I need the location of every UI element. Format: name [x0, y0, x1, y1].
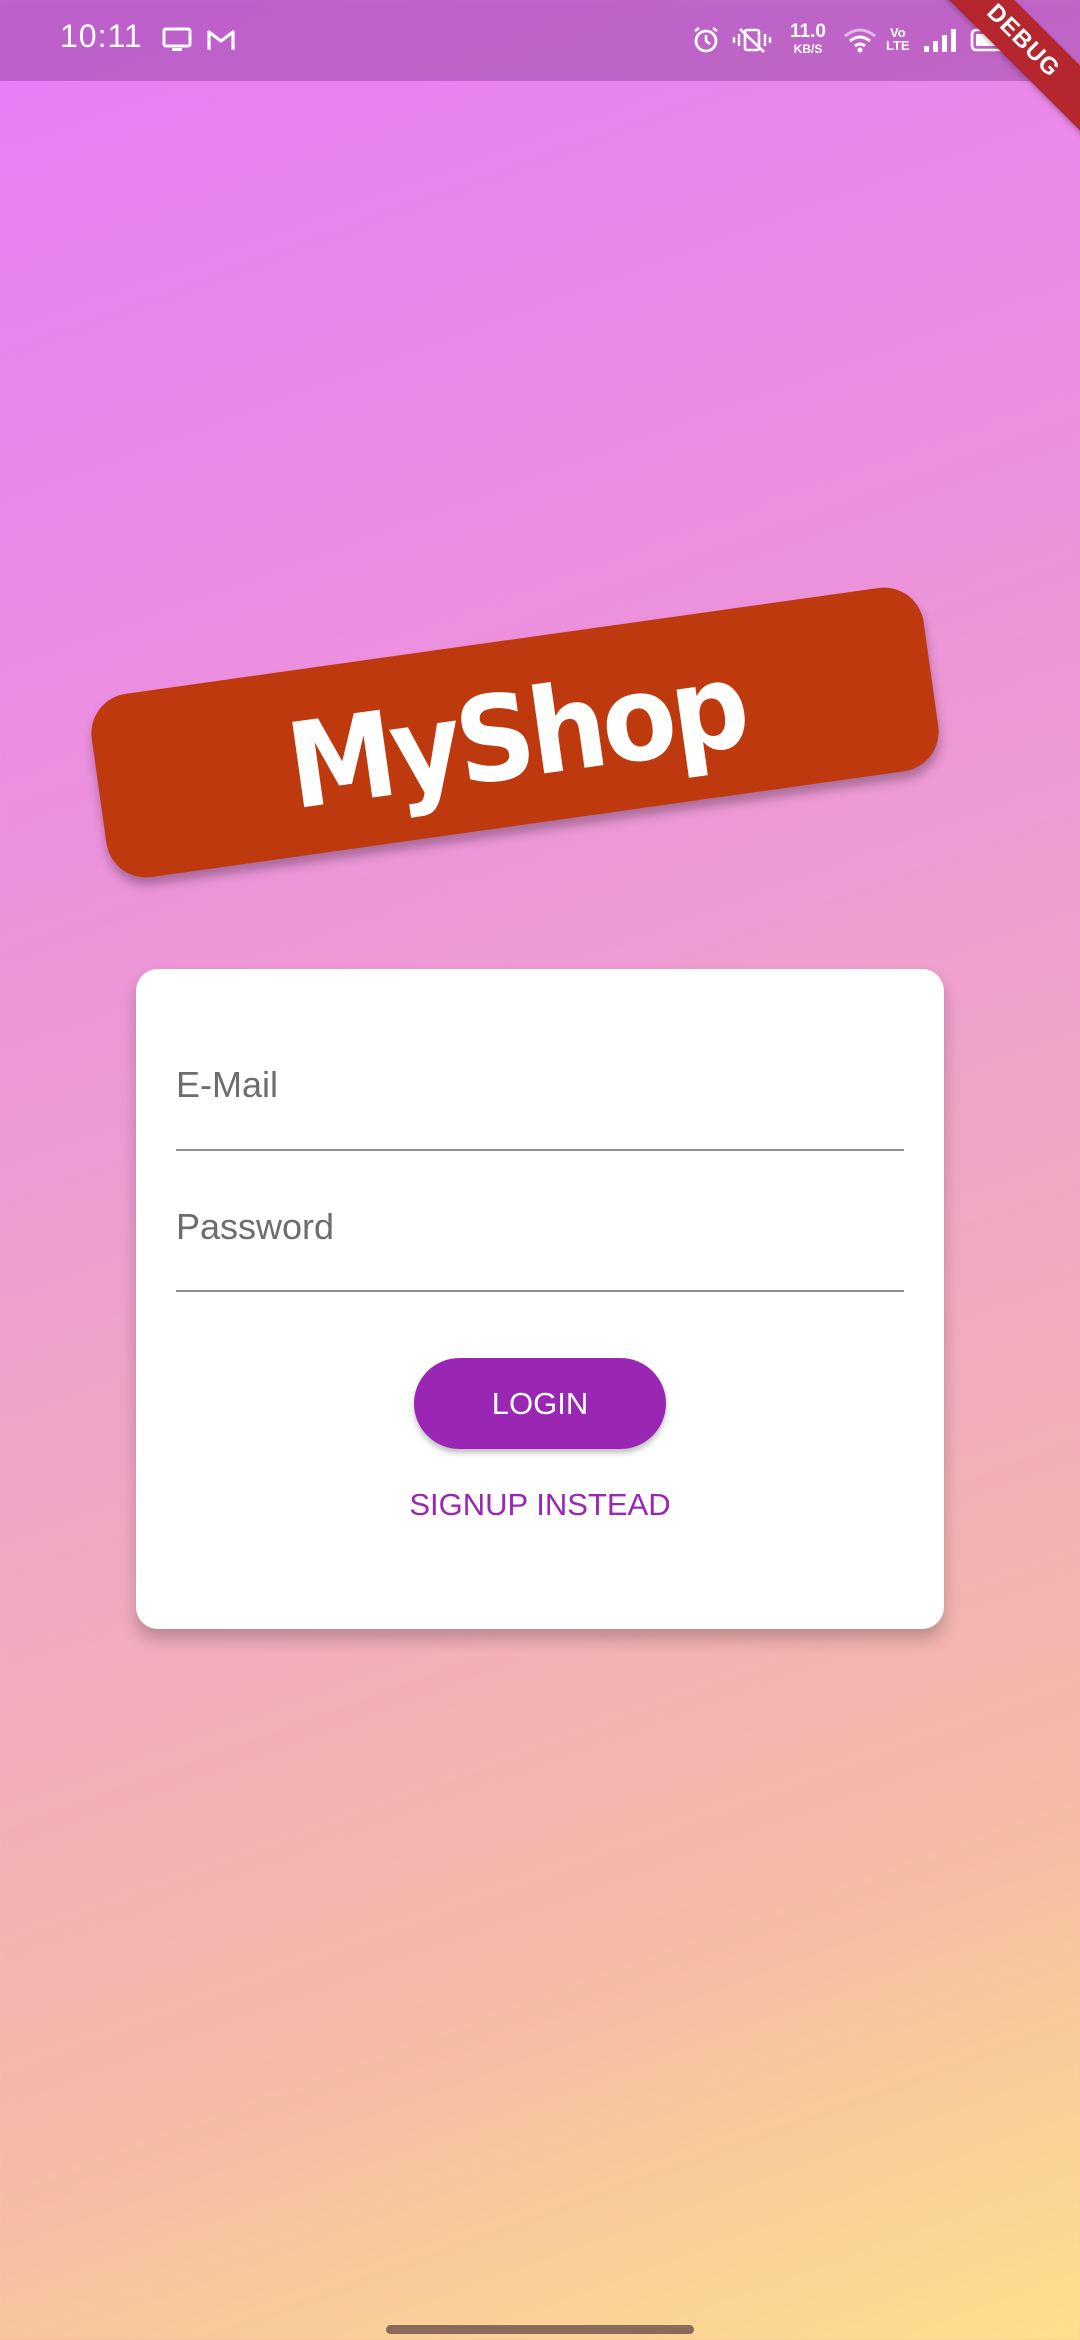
- gmail-icon: [206, 22, 236, 58]
- auth-card: LOGIN SIGNUP INSTEAD: [136, 969, 944, 1629]
- status-time: 10:11: [60, 18, 143, 54]
- monitor-icon: [162, 22, 192, 58]
- navigation-handle[interactable]: [386, 2325, 694, 2334]
- alarm-icon: [690, 22, 722, 58]
- shop-logo: MyShop: [86, 582, 944, 883]
- status-bar: 10:11 11.0 KB/S Vo LTE: [0, 0, 1080, 81]
- email-input[interactable]: [176, 1055, 904, 1115]
- wifi-icon: [842, 22, 878, 58]
- network-speed-unit: KB/S: [793, 42, 823, 56]
- login-button[interactable]: LOGIN: [414, 1358, 666, 1449]
- logo-text: MyShop: [278, 635, 753, 836]
- volte-indicator: Vo LTE: [886, 26, 910, 52]
- signup-instead-button[interactable]: SIGNUP INSTEAD: [136, 1487, 944, 1523]
- signal-icon: [922, 22, 958, 58]
- password-input[interactable]: [176, 1197, 904, 1257]
- volte-line-2: LTE: [886, 38, 910, 53]
- vibrate-icon: [732, 22, 772, 58]
- password-field: [176, 1187, 904, 1292]
- network-speed: 11.0 KB/S: [786, 22, 830, 55]
- network-speed-value: 11.0: [790, 21, 826, 42]
- email-field: [176, 1045, 904, 1151]
